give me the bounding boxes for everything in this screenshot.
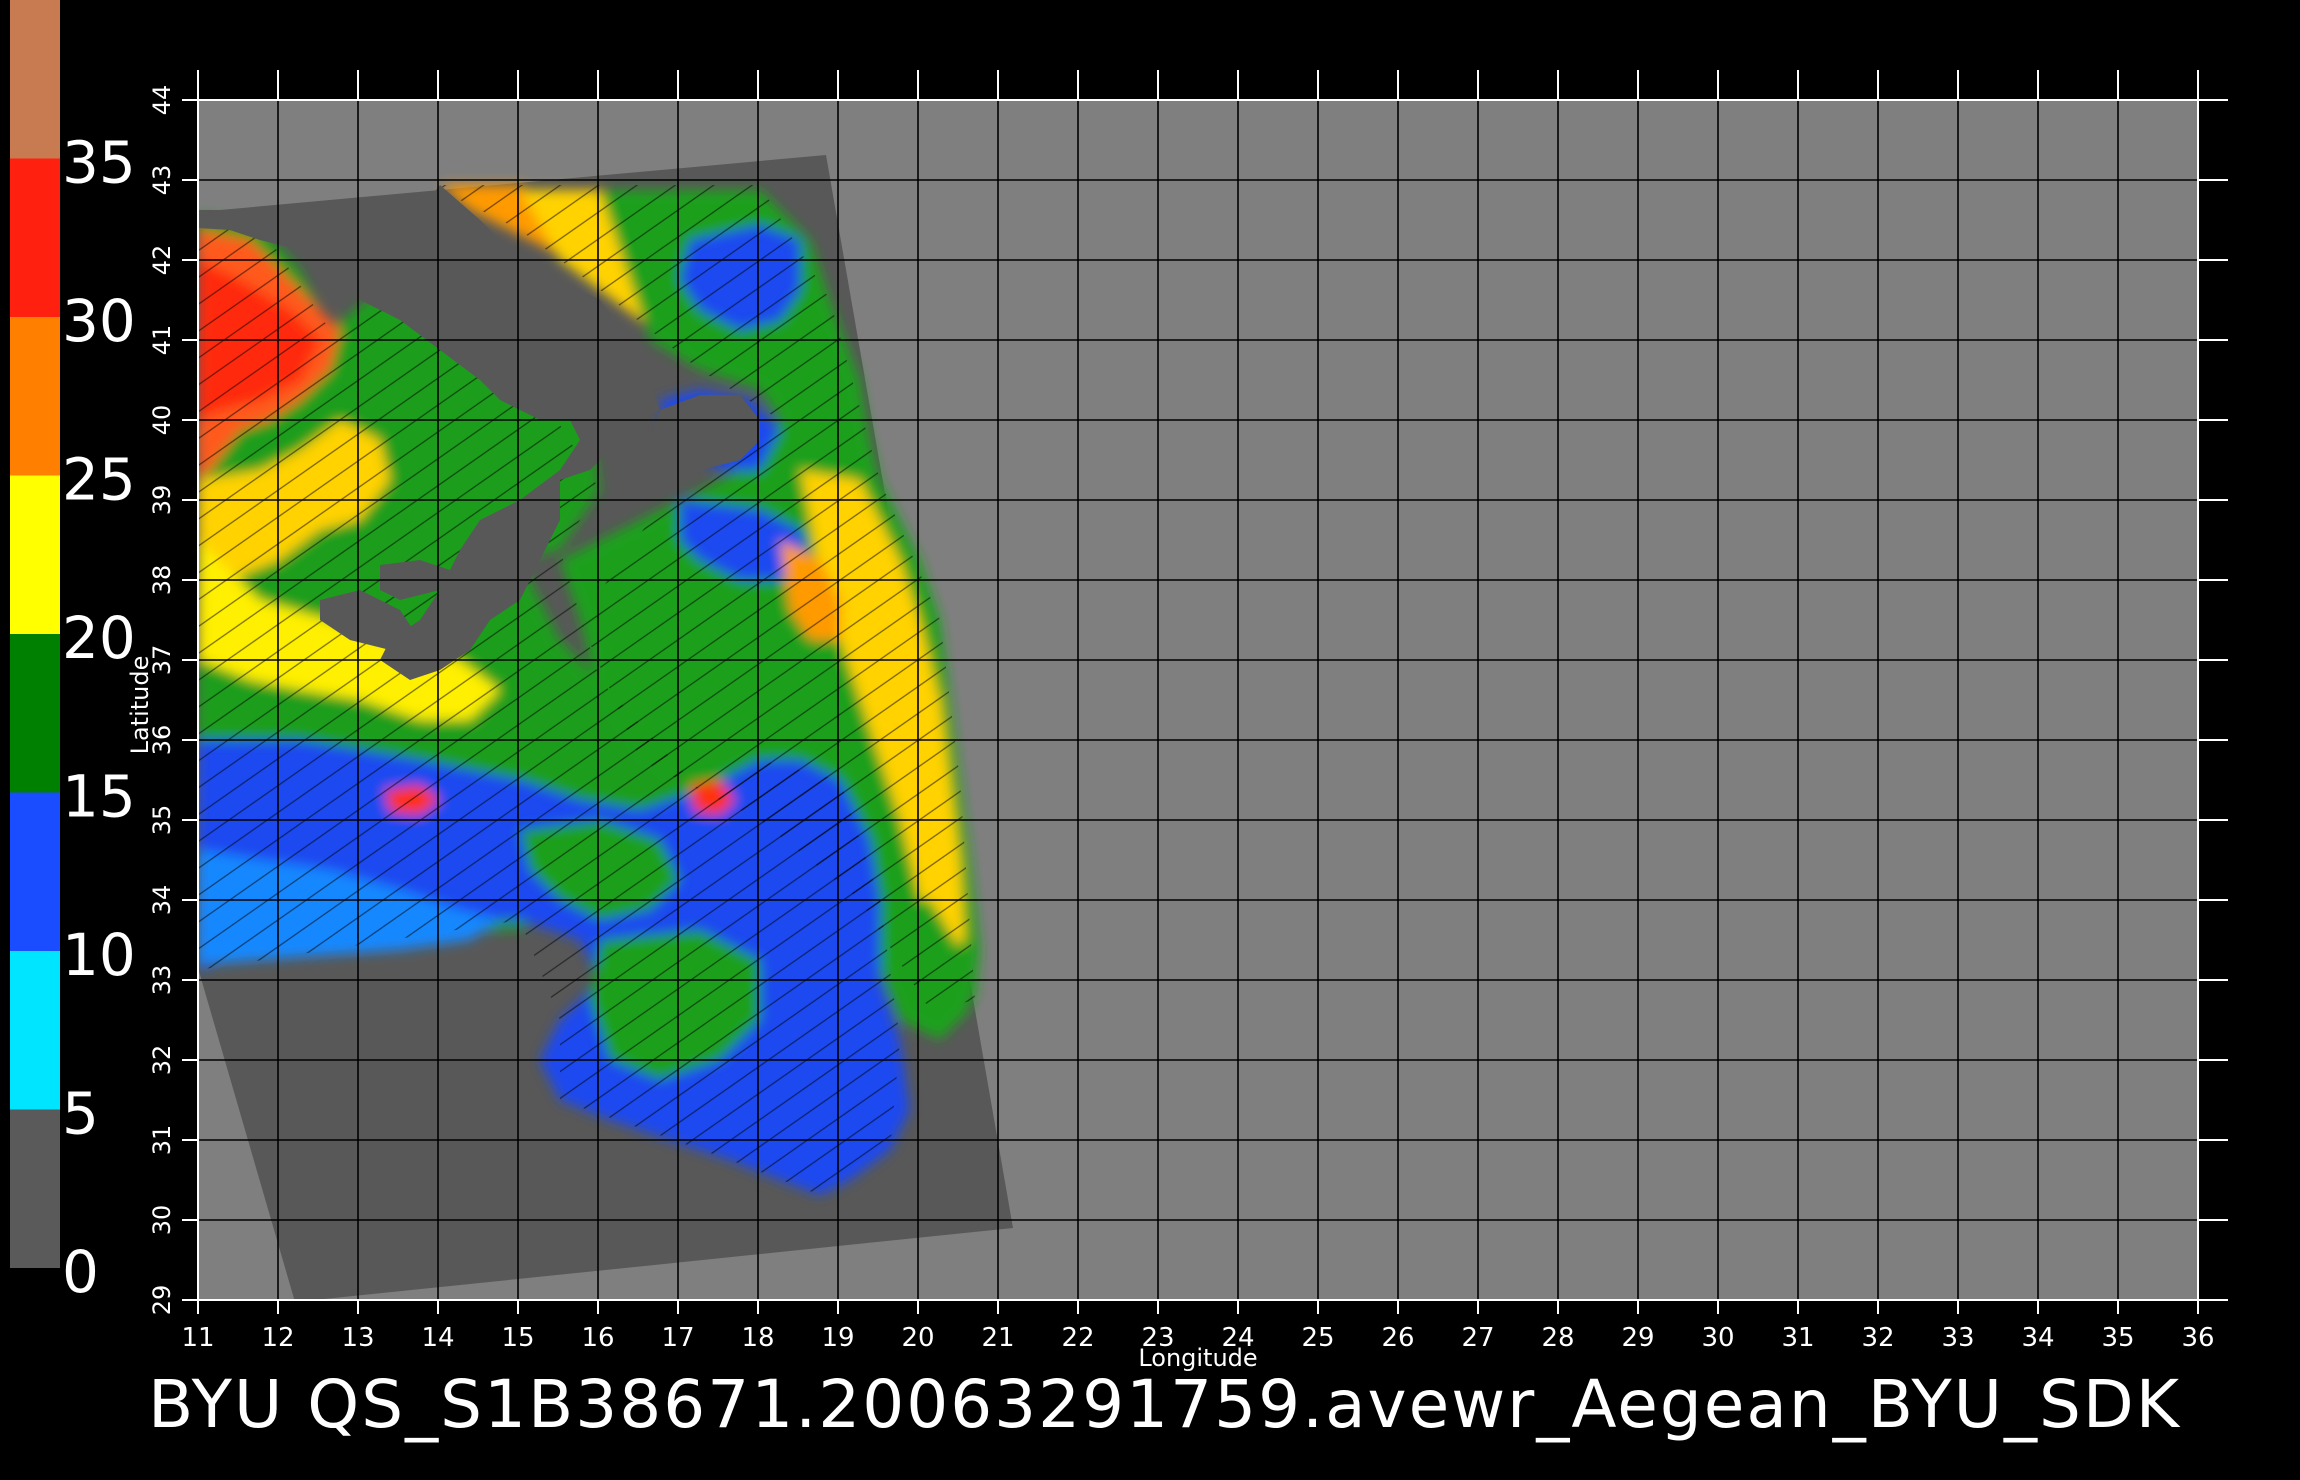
latitude-tick-label: 41 bbox=[148, 325, 176, 356]
scatterometer-wind-map: 0 5 10 15 20 25 30 35 11 12 13 14 15 16 17 18 1… bbox=[10, 0, 2228, 1372]
longitude-tick-label: 21 bbox=[981, 1323, 1014, 1353]
colorbar-tick-label: 30 bbox=[62, 287, 136, 355]
latitude-tick-label: 40 bbox=[148, 405, 176, 436]
longitude-tick-label: 16 bbox=[581, 1323, 614, 1353]
colorbar-tick-label: 15 bbox=[62, 763, 136, 831]
wind-speed-colorbar: 0 5 10 15 20 25 30 35 bbox=[10, 0, 136, 1306]
longitude-tick-label: 34 bbox=[2021, 1323, 2054, 1353]
longitude-tick-label: 18 bbox=[741, 1323, 774, 1353]
longitude-tick-label: 31 bbox=[1781, 1323, 1814, 1353]
longitude-tick-label: 15 bbox=[501, 1323, 534, 1353]
longitude-tick-label: 17 bbox=[661, 1323, 694, 1353]
colorbar-band bbox=[10, 634, 60, 793]
latitude-tick-label: 29 bbox=[148, 1285, 176, 1316]
latitude-tick-label: 33 bbox=[148, 965, 176, 996]
latitude-tick-label: 30 bbox=[148, 1205, 176, 1236]
longitude-tick-label: 30 bbox=[1701, 1323, 1734, 1353]
latitude-tick-label: 31 bbox=[148, 1125, 176, 1156]
colorbar-band bbox=[10, 1109, 60, 1268]
latitude-tick-label: 38 bbox=[148, 565, 176, 596]
latitude-tick-label: 39 bbox=[148, 485, 176, 516]
product-title: BYU QS_S1B38671.20063291759.avewr_Aegean… bbox=[148, 1366, 2181, 1443]
colorbar-band bbox=[10, 792, 60, 951]
longitude-tick-label: 26 bbox=[1381, 1323, 1414, 1353]
longitude-tick-label: 20 bbox=[901, 1323, 934, 1353]
colorbar-band bbox=[10, 951, 60, 1110]
longitude-tick-label: 35 bbox=[2101, 1323, 2134, 1353]
colorbar-band bbox=[10, 158, 60, 317]
latitude-tick-label: 34 bbox=[148, 885, 176, 916]
longitude-tick-label: 33 bbox=[1941, 1323, 1974, 1353]
latitude-tick-label: 43 bbox=[148, 165, 176, 196]
longitude-tick-label: 19 bbox=[821, 1323, 854, 1353]
colorbar-tick-label: 25 bbox=[62, 446, 136, 514]
latitude-tick-label: 35 bbox=[148, 805, 176, 836]
colorbar-tick-label: 10 bbox=[62, 921, 136, 989]
colorbar-band bbox=[10, 0, 60, 159]
longitude-tick-label: 11 bbox=[181, 1323, 214, 1353]
y-axis-label: Latitude bbox=[126, 656, 154, 755]
longitude-tick-label: 14 bbox=[421, 1323, 454, 1353]
latitude-tick-label: 44 bbox=[148, 85, 176, 116]
latitude-tick-label: 32 bbox=[148, 1045, 176, 1076]
colorbar-tick-label: 20 bbox=[62, 604, 136, 672]
longitude-tick-label: 25 bbox=[1301, 1323, 1334, 1353]
colorbar-tick-label: 35 bbox=[62, 129, 136, 197]
colorbar-tick-label: 0 bbox=[62, 1238, 99, 1306]
colorbar-tick-label: 5 bbox=[62, 1080, 99, 1148]
longitude-tick-label: 36 bbox=[2181, 1323, 2214, 1353]
longitude-tick-label: 13 bbox=[341, 1323, 374, 1353]
longitude-tick-label: 27 bbox=[1461, 1323, 1494, 1353]
colorbar-band bbox=[10, 317, 60, 476]
longitude-tick-label: 22 bbox=[1061, 1323, 1094, 1353]
longitude-tick-label: 12 bbox=[261, 1323, 294, 1353]
longitude-tick-label: 28 bbox=[1541, 1323, 1574, 1353]
longitude-tick-label: 29 bbox=[1621, 1323, 1654, 1353]
colorbar-band bbox=[10, 475, 60, 634]
latitude-tick-label: 42 bbox=[148, 245, 176, 276]
longitude-tick-label: 32 bbox=[1861, 1323, 1894, 1353]
